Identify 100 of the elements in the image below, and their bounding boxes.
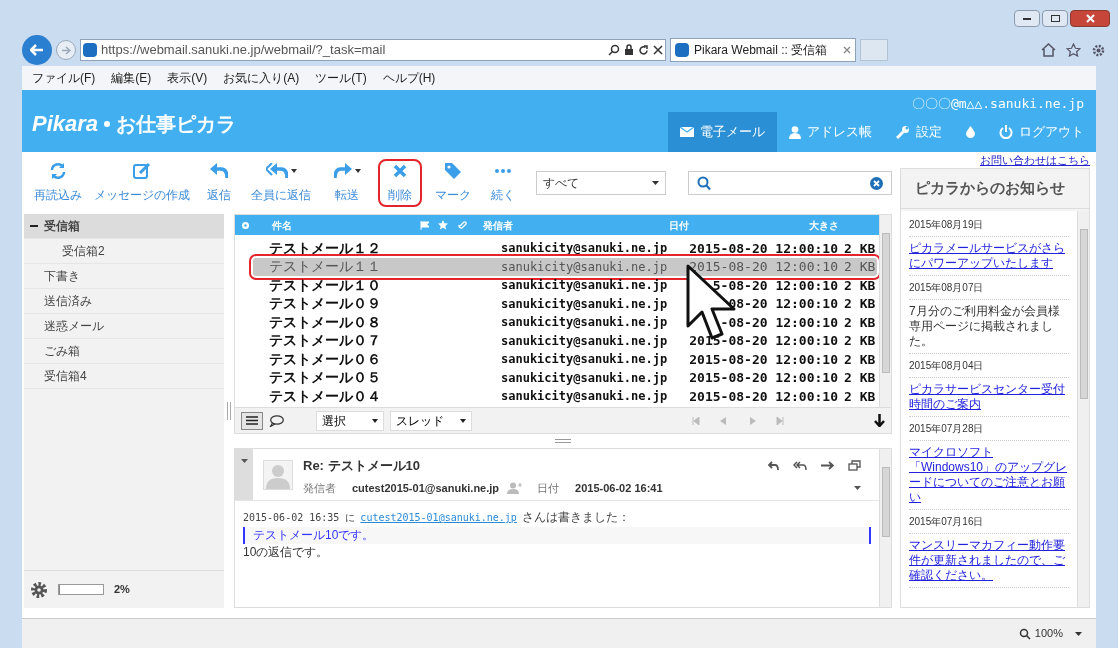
- address-bar[interactable]: https://webmail.sanuki.ne.jp/webmail/?_task=mail: [80, 39, 666, 61]
- forward-arrow-icon: [333, 163, 352, 179]
- minimize-button[interactable]: [1014, 10, 1040, 27]
- resize-handle[interactable]: [227, 402, 231, 420]
- list-view-button[interactable]: [241, 411, 263, 430]
- caret-icon: [460, 418, 466, 423]
- new-window-icon[interactable]: [848, 460, 861, 472]
- menu-item[interactable]: ファイル(F): [32, 69, 96, 87]
- menu-item[interactable]: お気に入り(A): [223, 69, 300, 87]
- paperclip-icon[interactable]: [458, 220, 467, 230]
- toolbar-button[interactable]: 再読込み: [32, 159, 84, 207]
- maximize-button[interactable]: [1042, 10, 1068, 27]
- message-row[interactable]: テストメール０５ sanukicity@sanuki.ne.jp 2015-08-20 12:00:10 2 KB: [253, 368, 877, 387]
- dots-icon: [495, 169, 511, 173]
- news-date: 2015年08月07日: [909, 281, 985, 295]
- filter-dropdown[interactable]: すべて: [536, 171, 667, 195]
- zoom-level[interactable]: 100%: [1034, 625, 1063, 642]
- reply-all-arrow-icon: [265, 163, 288, 179]
- nav-tab[interactable]: 電子メール: [668, 112, 777, 152]
- back-button[interactable]: [22, 35, 52, 65]
- toolbar-button[interactable]: 返信: [200, 159, 238, 207]
- thread-dropdown[interactable]: スレッド: [390, 410, 472, 431]
- menu-item[interactable]: 表示(V): [167, 69, 208, 87]
- message-body: 10の返信です。: [243, 544, 330, 561]
- message-row[interactable]: テストメール１０ sanukicity@sanuki.ne.jp 5-08-20 12:00:10 2 KB: [253, 276, 877, 295]
- message-row[interactable]: テストメール０７ sanukicity@sanuki.ne.jp 2015-08-20 12:00:10 2 KB: [253, 331, 877, 350]
- news-link[interactable]: マンスリーマカフィー動作要件が更新されましたので、ご確認ください。: [909, 538, 1069, 583]
- folder-item[interactable]: 迷惑メール: [24, 314, 224, 339]
- news-link[interactable]: ピカラサービスセンター受付時間のご案内: [909, 382, 1069, 412]
- reload-icon: [49, 162, 67, 180]
- refresh-icon[interactable]: [638, 44, 649, 56]
- message-date: 2015-06-02 16:41: [575, 480, 663, 496]
- toolbar-button[interactable]: 転送: [324, 159, 370, 207]
- close-icon[interactable]: [653, 45, 663, 55]
- scrollbar[interactable]: [1077, 211, 1089, 607]
- speech-bubble-icon[interactable]: [269, 414, 284, 427]
- power-icon: [999, 125, 1013, 139]
- folder-item[interactable]: 受信箱2: [24, 239, 224, 264]
- forward-arrow-icon[interactable]: [821, 461, 834, 471]
- toolbar-button[interactable]: 削除: [378, 159, 422, 207]
- news-link[interactable]: ピカラメールサービスがさらにパワーアップいたします: [909, 241, 1069, 271]
- star-icon[interactable]: [438, 220, 448, 230]
- email-link[interactable]: cutest2015-01@sanuki.ne.jp: [360, 509, 517, 526]
- select-dropdown[interactable]: 選択: [316, 410, 384, 431]
- quoted-text: テストメール10です。: [243, 527, 871, 544]
- reply-all-icon[interactable]: [793, 460, 807, 471]
- folder-item[interactable]: 受信箱4: [24, 364, 224, 389]
- pencil-square-icon: [133, 162, 151, 180]
- menu-icon: [246, 416, 258, 425]
- folder-item[interactable]: 下書き: [24, 264, 224, 289]
- folder-item[interactable]: 送信済み: [24, 289, 224, 314]
- reply-arrow-icon: [210, 163, 228, 179]
- menu-item[interactable]: ヘルプ(H): [382, 69, 436, 87]
- message-subject: Re: テストメール10: [303, 457, 421, 475]
- news-text: 7月分のご利用料金が会員様専用ページに掲載されました。: [909, 304, 1061, 349]
- envelope-icon: [680, 127, 694, 137]
- toolbar-button[interactable]: 続く: [484, 159, 522, 207]
- gear-icon[interactable]: [1091, 42, 1106, 58]
- news-date: 2015年08月19日: [909, 218, 985, 232]
- caret-icon[interactable]: [1075, 631, 1082, 636]
- logo-subtitle: お仕事ピカラ: [116, 111, 237, 137]
- message-row[interactable]: テストメール０８ sanukicity@sanuki.ne.jp -08-20 12:00:10 2 KB: [253, 313, 877, 332]
- avatar-silhouette-icon: [266, 463, 290, 489]
- search-icon[interactable]: [608, 44, 620, 56]
- close-icon: [1085, 14, 1095, 23]
- scrollbar[interactable]: [879, 449, 891, 607]
- toolbar-button[interactable]: メッセージの作成: [92, 159, 192, 207]
- caret-icon[interactable]: [854, 485, 861, 490]
- zoom-icon[interactable]: [1018, 627, 1031, 640]
- star-icon[interactable]: [1066, 43, 1081, 57]
- account-address: 〇〇〇@m△△.sanuki.ne.jp: [911, 95, 1084, 113]
- toolbar-button[interactable]: 全員に返信: [246, 159, 316, 207]
- splitter-handle[interactable]: [555, 439, 571, 443]
- news-link[interactable]: マイクロソフト「Windows10」のアップグレードについてのご注意とお願い: [909, 445, 1069, 505]
- menu-item[interactable]: 編集(E): [111, 69, 152, 87]
- tab-title: Pikara Webmail :: 受信箱: [694, 42, 829, 59]
- message-row[interactable]: テストメール０６ sanukicity@sanuki.ne.jp 2015-08-20 12:00:10 2 KB: [253, 350, 877, 369]
- scrollbar[interactable]: [879, 215, 891, 407]
- close-button[interactable]: [1070, 10, 1110, 27]
- reply-icon[interactable]: [768, 460, 779, 471]
- message-row[interactable]: テストメール０４ sanukicity@sanuki.ne.jp 2015-08-20 12:00:10 2 KB: [253, 387, 877, 406]
- menu-item[interactable]: ツール(T): [315, 69, 367, 87]
- browser-tab[interactable]: Pikara Webmail :: 受信箱: [670, 38, 856, 62]
- drop-icon: [966, 126, 975, 138]
- site-favicon: [675, 43, 689, 57]
- collapse-caret-icon[interactable]: [240, 459, 248, 463]
- toolbar-button[interactable]: マーク: [430, 159, 476, 207]
- from-label: 発信者: [303, 480, 336, 496]
- contact-link[interactable]: お問い合わせはこちら: [980, 151, 1090, 169]
- folder-item[interactable]: 受信箱: [24, 214, 224, 239]
- gear-icon[interactable]: [30, 580, 48, 599]
- down-arrow-icon[interactable]: [874, 414, 885, 427]
- search-icon: [697, 175, 712, 191]
- home-icon[interactable]: [1041, 43, 1056, 57]
- clear-icon[interactable]: [870, 176, 883, 190]
- date-label: 日付: [537, 480, 560, 496]
- forward-arrow-icon: [61, 45, 71, 55]
- folder-item[interactable]: ごみ箱: [24, 339, 224, 364]
- search-field[interactable]: [688, 171, 892, 195]
- wrench-icon: [896, 125, 910, 139]
